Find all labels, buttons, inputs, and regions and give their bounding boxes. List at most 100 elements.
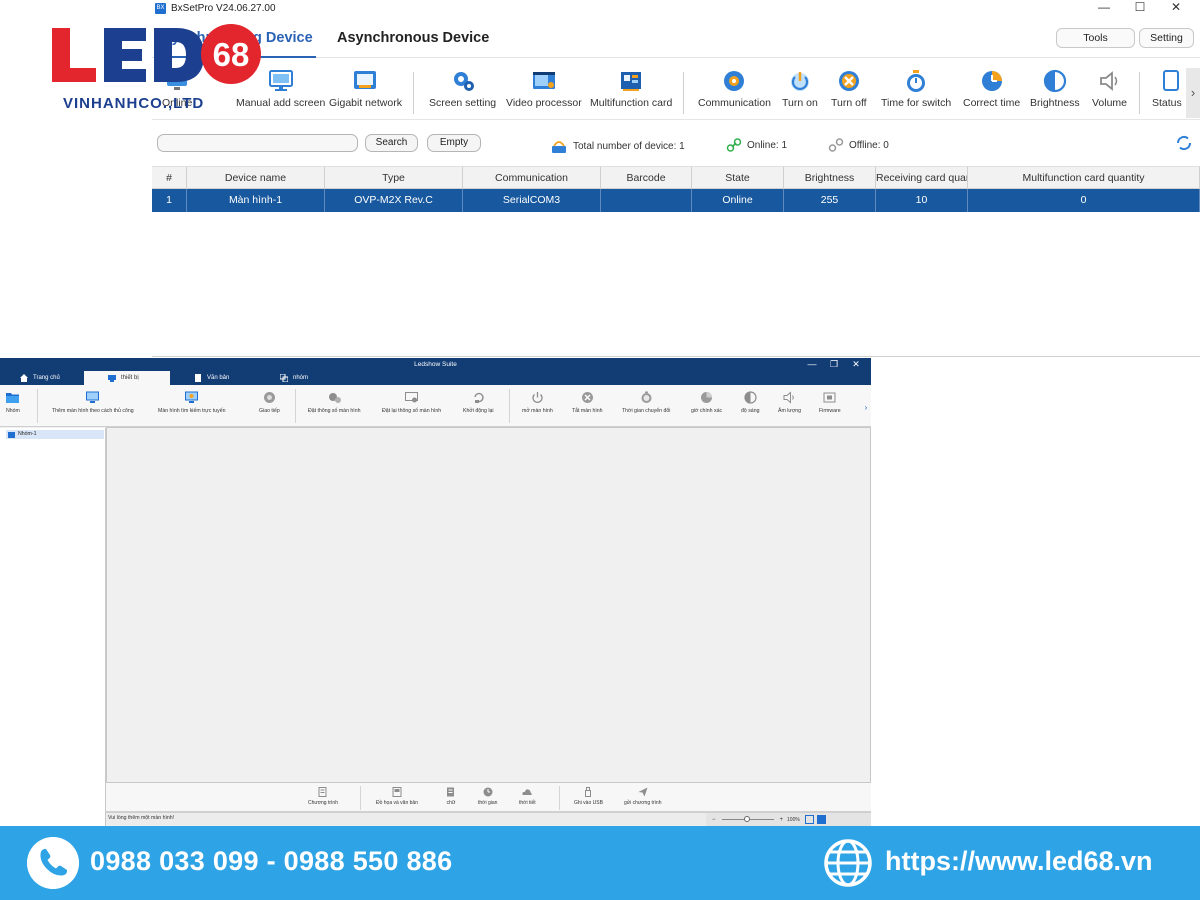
ribbon-volume[interactable]: Âm lượng — [778, 391, 801, 414]
online-text: Online: 1 — [747, 139, 788, 151]
bottom-weather[interactable]: thời tiết — [519, 787, 536, 806]
toolbar-communication[interactable]: Communication — [698, 68, 771, 109]
bxsetpro-search-bar: Search Empty Total number of device: 1 O… — [152, 126, 1200, 160]
ribbon-communication[interactable]: Giao tiếp — [259, 391, 280, 414]
column-header[interactable]: Device name — [187, 166, 325, 189]
ribbon-group[interactable]: Nhóm — [6, 391, 20, 414]
tree-item-group[interactable]: Nhóm-1 — [6, 430, 104, 439]
ribbon-reset-screen-params[interactable]: Đặt lại thông số màn hình — [382, 391, 441, 414]
clock-icon — [701, 392, 713, 403]
toolbar-brightness[interactable]: Brightness — [1030, 68, 1080, 109]
empty-button[interactable]: Empty — [427, 134, 481, 152]
monitor-add-icon — [86, 391, 100, 403]
tab-home[interactable]: Trang chủ — [20, 371, 60, 385]
reset-params-icon — [405, 392, 419, 403]
bottom-text[interactable]: chữ — [446, 787, 456, 806]
brightness-icon — [1043, 69, 1066, 93]
toolbar-status[interactable]: Status — [1152, 68, 1182, 109]
bottom-program[interactable]: Chương trình — [308, 787, 338, 806]
toolbar-gigabit-network[interactable]: Gigabit network — [329, 68, 402, 109]
tab-document[interactable]: Văn bản — [194, 371, 229, 385]
column-header[interactable]: Barcode — [601, 166, 692, 189]
refresh-icon[interactable] — [1174, 133, 1194, 153]
bottom-label: Ghi vào USB — [574, 800, 603, 806]
bottom-write-usb[interactable]: Ghi vào USB — [574, 787, 603, 806]
setting-button[interactable]: Setting — [1139, 28, 1194, 48]
column-header[interactable]: # — [152, 166, 187, 189]
website-link[interactable]: https://www.led68.vn — [885, 846, 1153, 877]
column-header[interactable]: Type — [325, 166, 463, 189]
toolbar-multifunction-card[interactable]: Multifunction card — [590, 68, 672, 109]
bxsetpro-app-icon: BX — [155, 2, 166, 14]
screen-canvas[interactable] — [106, 427, 871, 783]
tools-button[interactable]: Tools — [1056, 28, 1135, 48]
ledshow-titlebar: Ledshow Suite — ❐ ✕ — [0, 358, 871, 371]
ribbon-separator — [295, 389, 296, 423]
toolbar-time-for-switch[interactable]: Time for switch — [881, 68, 951, 109]
column-header[interactable]: Multifunction card quantity — [968, 166, 1200, 189]
toolbar-separator — [413, 72, 414, 114]
toolbar-label: Time for switch — [881, 97, 952, 109]
column-header[interactable]: State — [692, 166, 784, 189]
tab-label: nhóm — [293, 375, 309, 381]
ribbon-search-screen-online[interactable]: Màn hình tìm kiếm trực tuyến — [158, 391, 225, 414]
bottom-graphic-text[interactable]: Đồ họa và văn bản — [376, 787, 418, 806]
ribbon-screen-on[interactable]: mở màn hình — [522, 391, 553, 414]
ribbon-scroll-right[interactable]: › — [862, 393, 870, 423]
tab-device[interactable]: thiết bị — [84, 371, 170, 385]
ribbon-screen-off[interactable]: Tắt màn hình — [572, 391, 603, 414]
column-header[interactable]: Brightness — [784, 166, 876, 189]
zoom-out-button[interactable]: − — [712, 817, 716, 823]
bxsetpro-window: BX BxSetPro V24.06.27.00 — ☐ ✕ Synchroni… — [152, 0, 1200, 357]
zoom-slider[interactable] — [721, 816, 774, 822]
bottom-time[interactable]: thời gian — [478, 787, 497, 806]
maximize-button[interactable]: ☐ — [1122, 0, 1158, 16]
bottom-label: Chương trình — [308, 800, 338, 806]
ledshow-ribbon: Nhóm Thêm màn hình theo cách thủ công Mà… — [0, 385, 871, 427]
communication-icon — [263, 392, 275, 403]
total-devices-stat: Total number of device: 1 — [550, 137, 685, 155]
search-input[interactable] — [157, 134, 358, 152]
ribbon-label: độ sáng — [741, 408, 760, 414]
ribbon-firmware[interactable]: Firmware — [819, 391, 841, 414]
toolbar-turn-on[interactable]: Turn on — [782, 68, 818, 109]
offline-text: Offline: 0 — [849, 139, 889, 151]
tab-label: thiết bị — [121, 375, 139, 381]
close-button[interactable]: ✕ — [845, 358, 867, 371]
minimize-button[interactable]: — — [801, 358, 823, 371]
search-button[interactable]: Search — [365, 134, 418, 152]
actual-size-icon[interactable] — [816, 815, 826, 824]
bottom-send-program[interactable]: gửi chương trình — [624, 787, 662, 806]
ribbon-brightness[interactable]: độ sáng — [741, 391, 759, 414]
firmware-icon — [823, 392, 836, 403]
tab-asynchronous-device[interactable]: Asynchronous Device — [337, 30, 489, 46]
toolbar-screen-setting[interactable]: Screen setting — [429, 68, 496, 109]
toolbar-correct-time[interactable]: Correct time — [963, 68, 1020, 109]
minimize-button[interactable]: — — [1086, 0, 1122, 16]
close-button[interactable]: ✕ — [1158, 0, 1194, 16]
zoom-in-button[interactable]: + — [780, 817, 784, 823]
column-header[interactable]: Receiving card quantity — [876, 166, 968, 189]
table-row[interactable]: 1 Màn hình-1 OVP-M2X Rev.C SerialCOM3 On… — [152, 189, 1200, 212]
ribbon-restart[interactable]: Khởi động lại — [463, 391, 494, 414]
ribbon-switch-time[interactable]: Thời gian chuyển đổi — [622, 391, 670, 414]
power-icon — [532, 392, 543, 403]
bxsetpro-window-title: BxSetPro V24.06.27.00 — [171, 2, 276, 14]
tab-group[interactable]: nhóm — [280, 371, 308, 385]
phone-numbers[interactable]: 0988 033 099 - 0988 550 886 — [90, 846, 452, 877]
toolbar-video-processor[interactable]: Video processor — [506, 68, 582, 109]
ribbon-set-screen-params[interactable]: Đặt thông số màn hình — [308, 391, 361, 414]
toolbar-turn-off[interactable]: Turn off — [831, 68, 867, 109]
restore-button[interactable]: ❐ — [823, 358, 845, 371]
fit-screen-icon[interactable] — [804, 815, 814, 824]
toolbar-label: Brightness — [1030, 97, 1080, 109]
zoom-slider-handle[interactable] — [743, 816, 750, 822]
ribbon-separator — [509, 389, 510, 423]
column-header[interactable]: Communication — [463, 166, 601, 189]
table-cell: 10 — [876, 189, 968, 212]
ribbon-add-screen-manual[interactable]: Thêm màn hình theo cách thủ công — [52, 391, 134, 414]
ribbon-label: Đặt lại thông số màn hình — [382, 408, 442, 414]
toolbar-scroll-right[interactable]: › — [1186, 68, 1200, 118]
toolbar-volume[interactable]: Volume — [1092, 68, 1127, 109]
ribbon-correct-time[interactable]: giờ chính xác — [691, 391, 722, 414]
